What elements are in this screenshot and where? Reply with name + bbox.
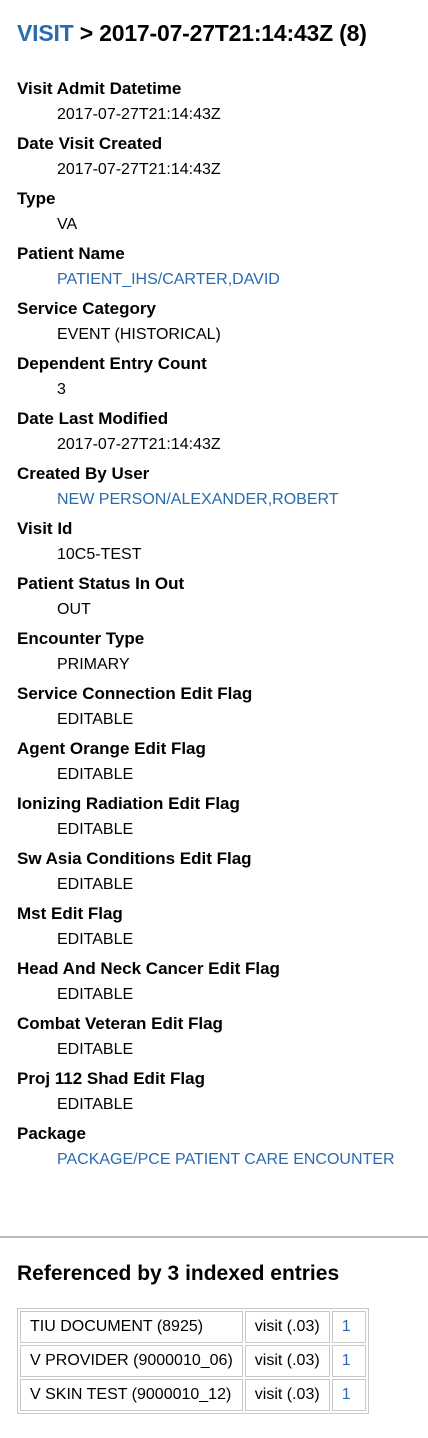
table-row: TIU DOCUMENT (8925) visit (.03) 1 <box>20 1311 366 1343</box>
field-list: Visit Admit Datetime 2017-07-27T21:14:43Z… <box>17 76 428 1176</box>
field-value-link[interactable]: PATIENT_IHS/CARTER,DAVID <box>17 265 428 291</box>
page-title: VISIT > 2017-07-27T21:14:43Z (8) <box>17 20 367 47</box>
field-label: Agent Orange Edit Flag <box>17 739 206 758</box>
field-item: Visit Id 10C5-TEST <box>17 516 428 571</box>
field-item: Service Category EVENT (HISTORICAL) <box>17 296 428 351</box>
reference-file: V SKIN TEST (9000010_12) <box>20 1379 243 1411</box>
field-label: Type <box>17 189 56 208</box>
field-value: 2017-07-27T21:14:43Z <box>57 161 221 178</box>
field-item: Visit Admit Datetime 2017-07-27T21:14:43Z <box>17 76 428 131</box>
field-value: EDITABLE <box>57 876 134 893</box>
field-label: Encounter Type <box>17 629 145 648</box>
field-label: Created By User <box>17 464 150 483</box>
field-value-link[interactable]: PACKAGE/PCE PATIENT CARE ENCOUNTER <box>17 1145 428 1171</box>
reference-file: TIU DOCUMENT (8925) <box>20 1311 243 1343</box>
field-item: Sw Asia Conditions Edit Flag EDITABLE <box>17 846 428 901</box>
field-item: Mst Edit Flag EDITABLE <box>17 901 428 956</box>
field-item: Dependent Entry Count 3 <box>17 351 428 406</box>
field-label: Ionizing Radiation Edit Flag <box>17 794 240 813</box>
field-item: Package PACKAGE/PCE PATIENT CARE ENCOUNTE… <box>17 1121 428 1176</box>
field-value: VA <box>57 216 78 233</box>
field-item: Created By User NEW PERSON/ALEXANDER,ROBE… <box>17 461 428 516</box>
field-label: Patient Status In Out <box>17 574 185 593</box>
field-label: Dependent Entry Count <box>17 354 207 373</box>
field-item: Type VA <box>17 186 428 241</box>
field-label: Visit Id <box>17 519 73 538</box>
field-item: Patient Name PATIENT_IHS/CARTER,DAVID <box>17 241 428 296</box>
field-item: Ionizing Radiation Edit Flag EDITABLE <box>17 791 428 846</box>
field-label: Mst Edit Flag <box>17 904 123 923</box>
field-label: Head And Neck Cancer Edit Flag <box>17 959 280 978</box>
field-value: 10C5-TEST <box>57 546 142 563</box>
field-item: Service Connection Edit Flag EDITABLE <box>17 681 428 736</box>
field-value: EDITABLE <box>57 986 134 1003</box>
field-label: Patient Name <box>17 244 125 263</box>
references-heading: Referenced by 3 indexed entries <box>17 1262 340 1285</box>
field-item: Encounter Type PRIMARY <box>17 626 428 681</box>
field-label: Combat Veteran Edit Flag <box>17 1014 223 1033</box>
field-item: Head And Neck Cancer Edit Flag EDITABLE <box>17 956 428 1011</box>
field-label: Sw Asia Conditions Edit Flag <box>17 849 252 868</box>
field-item: Agent Orange Edit Flag EDITABLE <box>17 736 428 791</box>
table-row: V PROVIDER (9000010_06) visit (.03) 1 <box>20 1345 366 1377</box>
field-value: EDITABLE <box>57 931 134 948</box>
reference-field: visit (.03) <box>244 1345 330 1377</box>
field-label: Visit Admit Datetime <box>17 79 182 98</box>
reference-count-link[interactable]: 1 <box>331 1311 366 1343</box>
references-table: TIU DOCUMENT (8925) visit (.03) 1 V PROVIDE… <box>17 1308 369 1414</box>
field-item: Patient Status In Out OUT <box>17 571 428 626</box>
table-row: V SKIN TEST (9000010_12) visit (.03) 1 <box>20 1379 366 1411</box>
field-value: EDITABLE <box>57 1096 134 1113</box>
field-value: EVENT (HISTORICAL) <box>57 326 221 343</box>
field-label: Proj 112 Shad Edit Flag <box>17 1069 205 1088</box>
breadcrumb-separator: > <box>79 20 93 46</box>
field-item: Date Last Modified 2017-07-27T21:14:43Z <box>17 406 428 461</box>
field-item: Combat Veteran Edit Flag EDITABLE <box>17 1011 428 1066</box>
reference-count-link[interactable]: 1 <box>331 1345 366 1377</box>
section-divider <box>0 1236 428 1238</box>
field-value: EDITABLE <box>57 821 134 838</box>
field-value: EDITABLE <box>57 711 134 728</box>
field-label: Service Connection Edit Flag <box>17 684 253 703</box>
field-value: PRIMARY <box>57 656 130 673</box>
field-value: 3 <box>57 381 66 398</box>
field-value: OUT <box>57 601 91 618</box>
field-value: 2017-07-27T21:14:43Z <box>57 106 221 123</box>
reference-field: visit (.03) <box>244 1311 330 1343</box>
field-item: Date Visit Created 2017-07-27T21:14:43Z <box>17 131 428 186</box>
field-value-link[interactable]: NEW PERSON/ALEXANDER,ROBERT <box>17 485 428 511</box>
field-label: Service Category <box>17 299 156 318</box>
field-value: EDITABLE <box>57 1041 134 1058</box>
record-title: 2017-07-27T21:14:43Z (8) <box>99 20 367 46</box>
reference-file: V PROVIDER (9000010_06) <box>20 1345 243 1377</box>
field-label: Package <box>17 1124 86 1143</box>
breadcrumb-visit-link[interactable]: VISIT <box>17 20 74 46</box>
reference-field: visit (.03) <box>244 1379 330 1411</box>
field-value: EDITABLE <box>57 766 134 783</box>
field-item: Proj 112 Shad Edit Flag EDITABLE <box>17 1066 428 1121</box>
reference-count-link[interactable]: 1 <box>331 1379 366 1411</box>
field-label: Date Last Modified <box>17 409 169 428</box>
field-value: 2017-07-27T21:14:43Z <box>57 436 221 453</box>
field-label: Date Visit Created <box>17 134 163 153</box>
